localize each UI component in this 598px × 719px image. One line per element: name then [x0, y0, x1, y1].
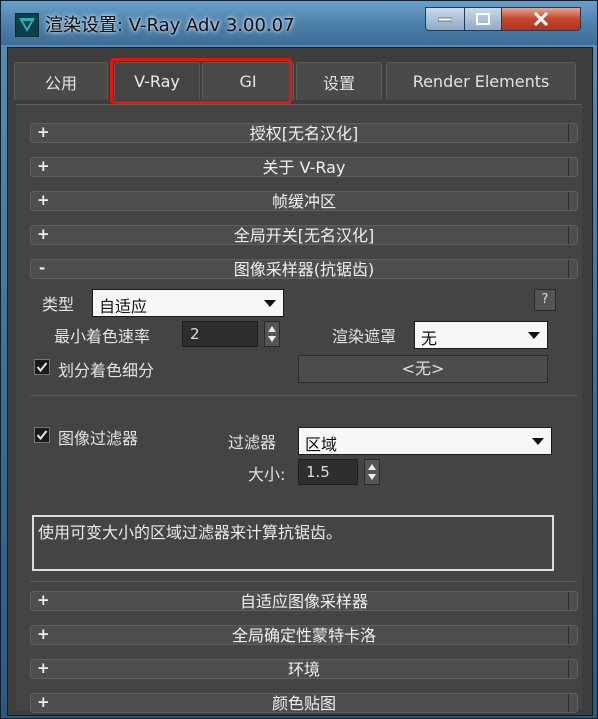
- rollout-image-sampler[interactable]: - 图像采样器(抗锯齿): [30, 259, 578, 279]
- render-settings-window: 渲染设置: V-Ray Adv 3.00.07 公用 V-Ray GI 设置 R…: [0, 0, 598, 719]
- min-shading-rate-input[interactable]: 2: [182, 321, 258, 347]
- rollout-bracket: [568, 694, 577, 712]
- rollout-global-switches[interactable]: + 全局开关[无名汉化]: [30, 225, 578, 245]
- rollout-bracket: [568, 260, 577, 278]
- rollout-title: 授权[无名汉化]: [249, 124, 359, 143]
- rollout-about-vray[interactable]: + 关于 V-Ray: [30, 157, 578, 177]
- tab-settings[interactable]: 设置: [296, 62, 382, 100]
- rollout-title: 全局开关[无名汉化]: [233, 226, 375, 245]
- filter-size-label: 大小:: [248, 465, 286, 484]
- subdivide-shading-label: 划分着色细分: [58, 361, 155, 380]
- filter-size-input[interactable]: 1.5: [298, 459, 358, 485]
- rollout-title: 全局确定性蒙特卡洛: [231, 626, 376, 645]
- input-value: 2: [190, 325, 200, 343]
- help-button[interactable]: ?: [534, 289, 556, 311]
- rollout-global-dmc[interactable]: + 全局确定性蒙特卡洛: [30, 625, 578, 645]
- rollout-bracket: [568, 660, 577, 678]
- spinner-up-icon: [368, 464, 376, 470]
- rollout-environment[interactable]: + 环境: [30, 659, 578, 679]
- chevron-down-icon: [528, 332, 540, 339]
- filter-label: 过滤器: [228, 433, 277, 452]
- spinner-down-icon: [268, 336, 276, 342]
- maximize-button[interactable]: [464, 7, 502, 31]
- render-mask-object-button[interactable]: <无>: [298, 355, 548, 383]
- rollout-title: 环境: [287, 660, 320, 679]
- subdivide-shading-checkbox[interactable]: [34, 359, 50, 375]
- rollout-bracket: [568, 226, 577, 244]
- rollout-bracket: [568, 124, 577, 142]
- rollout-bracket: [568, 192, 577, 210]
- tab-panel: + 授权[无名汉化] + 关于 V-Ray + 帧缓冲区 + 全局开关[无名汉化…: [16, 104, 582, 713]
- rollout-authorization[interactable]: + 授权[无名汉化]: [30, 123, 578, 143]
- rollout-title: 自适应图像采样器: [239, 592, 368, 611]
- rollout-bracket: [568, 158, 577, 176]
- dropdown-value: 自适应: [99, 297, 148, 316]
- spinner-down-icon: [368, 474, 376, 480]
- sampler-type-dropdown[interactable]: 自适应: [92, 289, 284, 317]
- rollout-bracket: [568, 626, 577, 644]
- minimize-icon: [438, 17, 452, 22]
- tab-common[interactable]: 公用: [14, 62, 108, 100]
- render-mask-dropdown[interactable]: 无: [414, 321, 548, 349]
- rollout-title: 关于 V-Ray: [262, 158, 346, 177]
- chevron-down-icon: [532, 438, 544, 445]
- min-shading-rate-spinner[interactable]: [264, 321, 280, 347]
- section-divider: [30, 395, 578, 396]
- type-label: 类型: [42, 295, 75, 314]
- chevron-down-icon: [264, 300, 276, 307]
- min-shading-rate-label: 最小着色速率: [54, 327, 151, 346]
- rollout-title: 帧缓冲区: [271, 192, 336, 211]
- maximize-icon: [476, 13, 490, 25]
- filter-size-spinner[interactable]: [364, 459, 380, 485]
- tab-highlight-annotation: [110, 58, 292, 104]
- section-divider: [30, 581, 578, 582]
- dropdown-value: 区域: [305, 435, 338, 454]
- close-icon: [533, 12, 549, 26]
- rollout-color-mapping[interactable]: + 颜色贴图: [30, 693, 578, 713]
- title-bar[interactable]: 渲染设置: V-Ray Adv 3.00.07: [1, 1, 597, 45]
- minimize-button[interactable]: [425, 7, 465, 31]
- checkmark-icon: [36, 430, 48, 441]
- filter-type-dropdown[interactable]: 区域: [298, 427, 552, 455]
- dropdown-value: 无: [421, 329, 438, 348]
- window-title: 渲染设置: V-Ray Adv 3.00.07: [45, 15, 295, 36]
- rollout-bracket: [568, 592, 577, 610]
- tab-render-elements[interactable]: Render Elements: [386, 62, 576, 100]
- render-mask-label: 渲染遮罩: [332, 327, 397, 346]
- rollout-title: 颜色贴图: [271, 694, 336, 713]
- rollout-title: 图像采样器(抗锯齿): [233, 260, 375, 279]
- rollout-adaptive-image-sampler[interactable]: + 自适应图像采样器: [30, 591, 578, 611]
- tab-bar: 公用 V-Ray GI 设置 Render Elements: [14, 58, 584, 104]
- image-filter-checkbox[interactable]: [34, 427, 50, 443]
- 3dsmax-app-icon[interactable]: [15, 13, 39, 37]
- close-button[interactable]: [501, 7, 581, 31]
- spinner-up-icon: [268, 326, 276, 332]
- image-filter-label: 图像过滤器: [58, 429, 139, 448]
- checkmark-icon: [36, 362, 48, 373]
- filter-description-box: 使用可变大小的区域过滤器来计算抗锯齿。: [32, 515, 554, 571]
- rollout-frame-buffer[interactable]: + 帧缓冲区: [30, 191, 578, 211]
- input-value: 1.5: [306, 463, 330, 481]
- client-area: 公用 V-Ray GI 设置 Render Elements + 授权[无名汉化…: [7, 47, 593, 716]
